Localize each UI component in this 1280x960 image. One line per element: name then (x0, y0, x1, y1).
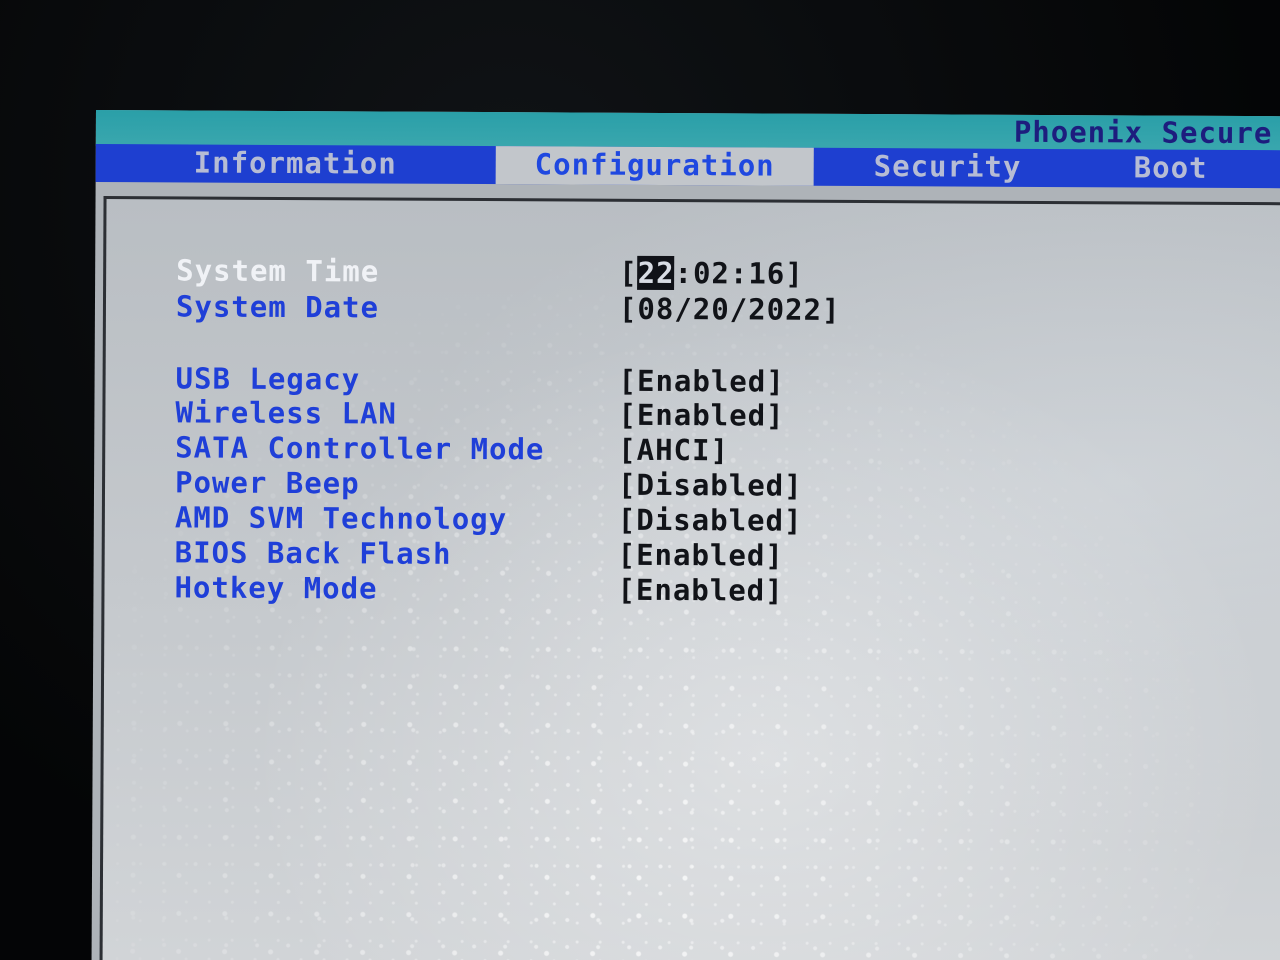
amd-svm-technology-label: AMD SVM Technology (174, 500, 508, 537)
setting-row-sata-controller-mode[interactable]: SATA Controller Mode [AHCI] (105, 430, 1280, 470)
photo-frame: Phoenix Secure Information Configuration… (0, 0, 1280, 960)
setting-row-hotkey-mode[interactable]: Hotkey Mode [Enabled] (104, 570, 1280, 610)
vendor-title: Phoenix Secure (1013, 114, 1273, 151)
bios-screen: Phoenix Secure Information Configuration… (91, 110, 1280, 960)
tab-security[interactable]: Security (874, 148, 1022, 187)
tab-boot[interactable]: Boot (1134, 149, 1208, 187)
wireless-lan-label: Wireless LAN (175, 395, 398, 431)
system-date-label: System Date (175, 289, 380, 325)
hotkey-mode-label: Hotkey Mode (174, 570, 378, 606)
setting-row-amd-svm-technology[interactable]: AMD SVM Technology [Disabled] (105, 500, 1280, 540)
setting-row-system-date[interactable]: System Date [08/20/2022] (106, 289, 1280, 329)
setting-row-system-time[interactable]: System Time [22:02:16] (106, 253, 1280, 293)
setting-row-power-beep[interactable]: Power Beep [Disabled] (105, 465, 1280, 505)
tab-information[interactable]: Information (194, 145, 397, 184)
configuration-panel: System Time [22:02:16] System Date [08/2… (99, 196, 1280, 960)
system-date-value[interactable]: [08/20/2022] (619, 292, 841, 327)
system-time-label: System Time (176, 253, 380, 289)
wireless-lan-value[interactable]: [Enabled] (618, 398, 784, 433)
setting-row-wireless-lan[interactable]: Wireless LAN [Enabled] (105, 395, 1280, 435)
setting-row-bios-back-flash[interactable]: BIOS Back Flash [Enabled] (105, 535, 1280, 575)
bios-back-flash-label: BIOS Back Flash (174, 535, 452, 571)
tab-configuration[interactable]: Configuration (495, 146, 814, 186)
bios-back-flash-value[interactable]: [Enabled] (618, 538, 784, 573)
hotkey-mode-value[interactable]: [Enabled] (617, 573, 783, 608)
system-time-rest[interactable]: :02:16 (674, 256, 785, 291)
amd-svm-technology-value[interactable]: [Disabled] (618, 503, 803, 538)
usb-legacy-value[interactable]: [Enabled] (619, 364, 785, 399)
power-beep-value[interactable]: [Disabled] (618, 468, 803, 503)
sata-controller-mode-label: SATA Controller Mode (175, 430, 545, 467)
system-time-hour[interactable]: 22 (637, 255, 675, 291)
usb-legacy-label: USB Legacy (175, 361, 361, 397)
system-date-text: 08/20/2022 (637, 291, 823, 327)
system-time-value[interactable]: [22:02:16] (619, 256, 804, 291)
power-beep-label: Power Beep (174, 465, 360, 501)
sata-controller-mode-value[interactable]: [AHCI] (618, 433, 729, 468)
tab-bar: Information Configuration Security Boot (95, 143, 1280, 189)
